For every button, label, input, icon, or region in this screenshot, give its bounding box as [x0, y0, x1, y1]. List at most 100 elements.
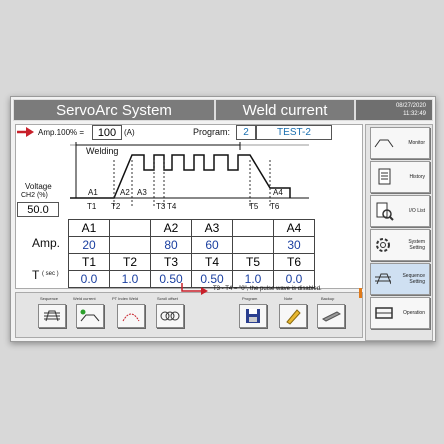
time-header-cell: T6 [273, 253, 315, 271]
amp-header-cell: A3 [191, 219, 233, 237]
time-label: 11:32:49 [403, 111, 426, 117]
io-list-icon [376, 202, 394, 221]
time-row-label: T [32, 268, 40, 282]
marker-a4: A4 [273, 188, 283, 197]
marker-t5: T5 [249, 202, 259, 211]
marker-t4: T4 [167, 202, 177, 211]
time-value-cell[interactable]: 1.0 [232, 270, 274, 288]
time-header-cell: T3 [150, 253, 192, 271]
time-header-cell: T5 [232, 253, 274, 271]
scroll-offset-button-label: Scroll offset [157, 296, 178, 301]
note-button-label: Note [284, 296, 293, 301]
weld-current-button[interactable] [76, 304, 104, 328]
marker-t2: T2 [111, 202, 121, 211]
amp-value-cell[interactable]: 60 [191, 236, 233, 254]
program-name-field[interactable]: TEST-2 [256, 125, 332, 140]
monitor-icon [374, 139, 394, 148]
gear-icon [376, 238, 390, 252]
arrow-right-icon [17, 127, 34, 137]
backup-button[interactable] [317, 304, 345, 328]
amp-header-row: A1 A2 A3 A4 [68, 219, 315, 237]
time-header-cell: T1 [68, 253, 110, 271]
marker-a3: A3 [137, 188, 147, 197]
amp-unit-label: (A) [124, 128, 135, 137]
title-bar: ServoArc System Weld current 08/27/2020 … [13, 99, 433, 121]
time-value-cell[interactable]: 0.0 [273, 270, 315, 288]
amp-header-cell: A1 [68, 219, 110, 237]
pulse-note: T3 - T4 = "0", the pulse wave is disable… [213, 286, 322, 292]
date-label: 08/27/2020 [395, 103, 426, 109]
sequence-button[interactable] [38, 304, 66, 328]
selected-indicator [359, 288, 362, 298]
weld-current-icon [80, 309, 100, 322]
operation-button-label: Operation [403, 310, 425, 316]
operation-icon [375, 307, 393, 319]
operation-button[interactable]: Operation [370, 297, 430, 329]
marker-t1: T1 [87, 202, 97, 211]
history-button[interactable]: History [370, 161, 430, 193]
program-button-label: Program [242, 296, 258, 301]
pt-index-button-label: PT Index Weld [112, 296, 139, 301]
amp-value-cell[interactable]: 80 [150, 236, 192, 254]
amp-value-row: 20 80 60 30 [68, 236, 315, 254]
backup-icon [322, 311, 341, 322]
sequence-setting-button-label: Sequence Setting [402, 273, 425, 285]
amp-header-cell: A2 [150, 219, 192, 237]
amp-row-label: Amp. [32, 236, 61, 250]
note-arrow-icon [181, 283, 208, 295]
amp-value-cell [232, 236, 274, 254]
sequence-icon [44, 310, 60, 322]
io-list-button[interactable]: I/O List [370, 195, 430, 227]
note-button[interactable] [279, 304, 307, 328]
sequence-setting-icon [375, 273, 392, 285]
time-header-row: T1 T2 T3 T4 T5 T6 [68, 253, 315, 271]
channel-label: CH2 (%) [21, 192, 48, 199]
system-setting-button-label: System Setting [408, 239, 425, 251]
scroll-offset-button[interactable] [156, 304, 184, 328]
voltage-label: Voltage [25, 182, 52, 191]
current-waveform [70, 154, 291, 199]
sequence-setting-button[interactable]: Sequence Setting [370, 263, 430, 295]
time-unit-label: ( sec ) [42, 271, 59, 277]
monitor-button-label: Monitor [408, 140, 425, 146]
app-title: ServoArc System [13, 99, 215, 121]
time-value-cell[interactable]: 1.0 [109, 270, 151, 288]
program-number-field[interactable]: 2 [236, 125, 256, 140]
history-button-label: History [409, 174, 425, 180]
marker-t3: T3 [156, 202, 166, 211]
monitor-button[interactable]: Monitor [370, 127, 430, 159]
pt-index-icon [122, 313, 140, 322]
side-menu: Monitor History I/O List System Setting … [365, 124, 433, 341]
voltage-field[interactable]: 50.0 [17, 202, 59, 217]
amp-header-cell [232, 219, 274, 237]
parameter-table: A1 A2 A3 A4 20 80 60 30 T1 T2 T3 T4 T5 T… [68, 219, 315, 288]
history-icon [378, 168, 391, 185]
program-label: Program: [193, 127, 231, 137]
bottom-toolbar: Sequence Weld current PT Index Weld Scro… [15, 292, 363, 338]
clock: 08/27/2020 11:32:49 [355, 99, 433, 121]
marker-t6: T6 [270, 202, 280, 211]
program-button[interactable] [239, 304, 267, 328]
marker-a1: A1 [88, 188, 98, 197]
system-setting-button[interactable]: System Setting [370, 229, 430, 261]
amp-value-cell[interactable]: 30 [273, 236, 315, 254]
weld-sequence-diagram [70, 142, 309, 206]
backup-button-label: Backup [321, 296, 335, 301]
time-header-cell: T4 [191, 253, 233, 271]
amp-100-label: Amp.100% = [38, 128, 85, 137]
sequence-button-label: Sequence [40, 296, 59, 301]
weld-current-button-label: Weld current [73, 296, 96, 301]
save-icon [246, 309, 260, 323]
pencil-icon [286, 309, 301, 325]
scroll-offset-icon [160, 311, 180, 321]
amp-value-cell [109, 236, 151, 254]
time-header-cell: T2 [109, 253, 151, 271]
amp-header-cell: A4 [273, 219, 315, 237]
pt-index-button[interactable] [117, 304, 145, 328]
time-value-cell[interactable]: 0.0 [68, 270, 110, 288]
amp-100-field[interactable]: 100 [92, 125, 122, 140]
amp-value-cell[interactable]: 20 [68, 236, 110, 254]
amp-header-cell [109, 219, 151, 237]
io-list-button-label: I/O List [409, 208, 425, 214]
marker-a2: A2 [120, 188, 130, 197]
